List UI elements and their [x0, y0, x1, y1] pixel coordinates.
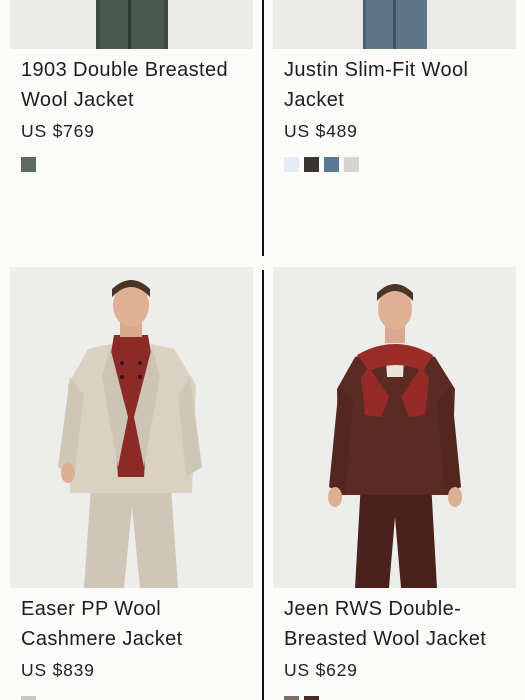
product-price: US $629	[284, 660, 358, 680]
product-name[interactable]: 1903 Double Breasted Wool Jacket	[21, 55, 251, 115]
color-swatches	[21, 157, 36, 172]
color-swatch[interactable]	[21, 696, 36, 700]
product-image[interactable]	[273, 0, 516, 49]
color-swatches	[284, 157, 359, 172]
product-price: US $489	[284, 121, 358, 141]
product-name[interactable]: Easer PP Wool Cashmere Jacket	[21, 594, 251, 654]
product-card-jeen-jacket[interactable]: Jeen RWS Double-Breasted Wool Jacket US …	[273, 267, 516, 700]
column-divider-top	[262, 0, 264, 256]
color-swatches	[284, 696, 319, 700]
product-card-1903-jacket[interactable]: 1903 Double Breasted Wool Jacket US $769	[10, 0, 253, 256]
product-image[interactable]	[10, 267, 253, 588]
color-swatch[interactable]	[284, 157, 299, 172]
trousers-image	[273, 0, 516, 49]
model-brown-suit-image	[273, 267, 516, 588]
product-price: US $769	[21, 121, 95, 141]
color-swatch[interactable]	[304, 696, 319, 700]
product-price: US $839	[21, 660, 95, 680]
color-swatch[interactable]	[324, 157, 339, 172]
color-swatch[interactable]	[304, 157, 319, 172]
color-swatch[interactable]	[284, 696, 299, 700]
color-swatch[interactable]	[21, 157, 36, 172]
product-card-easer-jacket[interactable]: Easer PP Wool Cashmere Jacket US $839	[10, 267, 253, 700]
product-card-justin-jacket[interactable]: Justin Slim-Fit Wool Jacket US $489	[273, 0, 516, 256]
product-image[interactable]	[273, 267, 516, 588]
product-name[interactable]: Jeen RWS Double-Breasted Wool Jacket	[284, 594, 514, 654]
column-divider-bottom	[262, 270, 264, 700]
product-name[interactable]: Justin Slim-Fit Wool Jacket	[284, 55, 514, 115]
color-swatches	[21, 696, 36, 700]
trousers-image	[10, 0, 253, 49]
model-beige-suit-image	[10, 267, 253, 588]
product-image[interactable]	[10, 0, 253, 49]
color-swatch[interactable]	[344, 157, 359, 172]
